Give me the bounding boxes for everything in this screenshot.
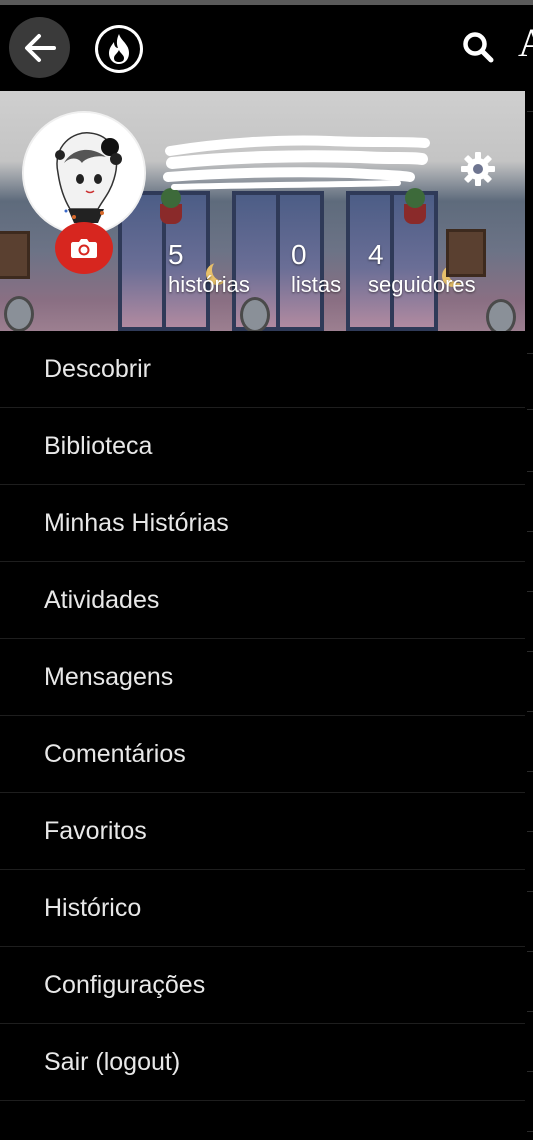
menu-item-favorites[interactable]: Favoritos <box>0 793 525 870</box>
stat-stories-value: 5 <box>168 239 184 270</box>
menu-item-messages[interactable]: Mensagens <box>0 639 525 716</box>
back-button[interactable] <box>9 17 70 78</box>
menu-item-library[interactable]: Biblioteca <box>0 408 525 485</box>
stat-followers-label: seguidores <box>368 272 476 297</box>
background-page-edge <box>525 91 533 1140</box>
menu-item-activities[interactable]: Atividades <box>0 562 525 639</box>
stat-lists-label: listas <box>291 272 342 297</box>
top-bar: A <box>0 5 533 91</box>
stat-followers[interactable]: 4 seguidores <box>368 238 476 298</box>
search-button[interactable] <box>460 29 496 65</box>
menu-item-discover[interactable]: Descobrir <box>0 331 525 408</box>
stat-stories[interactable]: 5 histórias <box>168 238 250 298</box>
side-menu: Descobrir Biblioteca Minhas Histórias At… <box>0 331 525 1101</box>
menu-item-logout[interactable]: Sair (logout) <box>0 1024 525 1101</box>
menu-item-settings[interactable]: Configurações <box>0 947 525 1024</box>
search-icon <box>463 32 494 63</box>
stat-lists[interactable]: 0 listas <box>291 238 341 298</box>
gear-icon <box>461 152 495 186</box>
stat-lists-value: 0 <box>291 239 307 270</box>
logo-button[interactable] <box>95 25 143 73</box>
menu-item-my-stories[interactable]: Minhas Histórias <box>0 485 525 562</box>
truncated-title: A <box>518 20 533 65</box>
username-redacted <box>160 129 430 199</box>
stat-followers-value: 4 <box>368 239 384 270</box>
menu-item-comments[interactable]: Comentários <box>0 716 525 793</box>
profile-stats: 5 histórias 0 listas 4 seguidores <box>0 238 525 318</box>
profile-header: 5 histórias 0 listas 4 seguidores <box>0 91 525 331</box>
profile-settings-button[interactable] <box>459 150 497 188</box>
flame-icon <box>109 34 129 64</box>
anime-avatar <box>24 113 144 233</box>
stat-stories-label: histórias <box>168 272 250 297</box>
profile-avatar[interactable] <box>24 113 144 233</box>
menu-item-history[interactable]: Histórico <box>0 870 525 947</box>
arrow-left-icon <box>24 33 56 62</box>
